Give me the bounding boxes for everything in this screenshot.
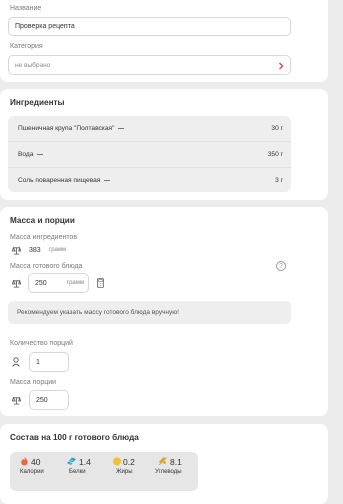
protein-label: Белки bbox=[69, 469, 86, 475]
category-label: Категория bbox=[10, 43, 43, 50]
mass-title: Масса и порции bbox=[10, 216, 75, 225]
recipe-info-card: Название Проверка рецепта Категория не в… bbox=[0, 0, 328, 82]
drag-handle-icon[interactable] bbox=[104, 179, 111, 181]
calories-label: Калории bbox=[20, 469, 44, 475]
category-value: не выбрано bbox=[15, 61, 51, 69]
scales-icon bbox=[12, 246, 21, 255]
protein-icon bbox=[67, 457, 76, 465]
nutrients-summary: 40 Калории 1.4 Белки 0.2 Жиры 8.1 Углево… bbox=[10, 452, 198, 491]
ready-mass-unit: грамм bbox=[66, 280, 84, 286]
ingredient-row[interactable]: Пшеничная крупа "Полтавская" 30 г bbox=[8, 116, 291, 140]
ready-mass-input[interactable]: 250 грамм bbox=[28, 273, 89, 293]
flame-icon bbox=[21, 456, 28, 466]
drag-handle-icon[interactable] bbox=[37, 153, 44, 155]
wheat-icon bbox=[158, 457, 167, 466]
help-icon[interactable]: ? bbox=[276, 261, 286, 271]
protein-value: 1.4 bbox=[79, 457, 91, 467]
portion-mass-value: 250 bbox=[36, 396, 48, 404]
calculator-icon[interactable] bbox=[97, 278, 104, 288]
ingredient-row[interactable]: Вода 350 г bbox=[8, 142, 291, 166]
carbs-label: Углеводы bbox=[155, 469, 182, 475]
portion-mass-label: Масса порции bbox=[10, 379, 57, 386]
calories-value: 40 bbox=[31, 457, 41, 467]
mass-notice: Рекомендуем указать массу готового блюда… bbox=[8, 301, 291, 324]
scales-icon bbox=[12, 279, 21, 288]
portions-label: Количество порций bbox=[10, 340, 73, 347]
fat-value: 0.2 bbox=[123, 457, 135, 467]
ingredients-mass-label: Масса ингредиентов bbox=[10, 234, 78, 241]
ingredient-row[interactable]: Соль поваренная пищевая 3 г bbox=[8, 168, 291, 192]
ingredients-mass-unit: грамм bbox=[49, 247, 67, 253]
ingredients-list: Пшеничная крупа "Полтавская" 30 г Вода 3… bbox=[8, 116, 291, 192]
portion-mass-input[interactable]: 250 bbox=[29, 390, 69, 410]
drag-handle-icon[interactable] bbox=[118, 127, 125, 129]
composition-title: Состав на 100 г готового блюда bbox=[10, 433, 139, 442]
category-select[interactable]: не выбрано bbox=[8, 55, 291, 75]
fat-label: Жиры bbox=[116, 469, 133, 475]
portions-value: 1 bbox=[36, 358, 40, 366]
ready-mass-label: Масса готового блюда bbox=[10, 263, 83, 270]
ingredient-amount: 30 г bbox=[271, 124, 283, 132]
ingredient-name: Вода bbox=[18, 150, 34, 158]
ready-mass-value: 250 bbox=[35, 279, 47, 287]
fat-drop-icon bbox=[113, 457, 121, 466]
name-label: Название bbox=[10, 5, 42, 12]
recipe-name-value: Проверка рецепта bbox=[15, 23, 75, 30]
portions-input[interactable]: 1 bbox=[29, 352, 69, 372]
mass-notice-text: Рекомендуем указать массу готового блюда… bbox=[17, 309, 179, 316]
ingredient-name: Соль поваренная пищевая bbox=[18, 176, 101, 184]
chevron-right-icon bbox=[279, 62, 284, 70]
recipe-name-input[interactable]: Проверка рецепта bbox=[8, 17, 291, 36]
ingredients-card: Ингредиенты Пшеничная крупа "Полтавская"… bbox=[0, 89, 328, 200]
ingredient-amount: 3 г bbox=[275, 176, 283, 184]
ingredient-name: Пшеничная крупа "Полтавская" bbox=[18, 124, 115, 132]
ingredient-amount: 350 г bbox=[267, 150, 283, 158]
ingredients-mass-value: 383 bbox=[29, 247, 41, 254]
ingredients-title: Ингредиенты bbox=[10, 98, 65, 107]
mass-portions-card: Масса и порции Масса ингредиентов 383 гр… bbox=[0, 207, 328, 416]
scales-icon bbox=[12, 396, 21, 405]
person-icon bbox=[12, 357, 20, 367]
carbs-value: 8.1 bbox=[170, 457, 182, 467]
